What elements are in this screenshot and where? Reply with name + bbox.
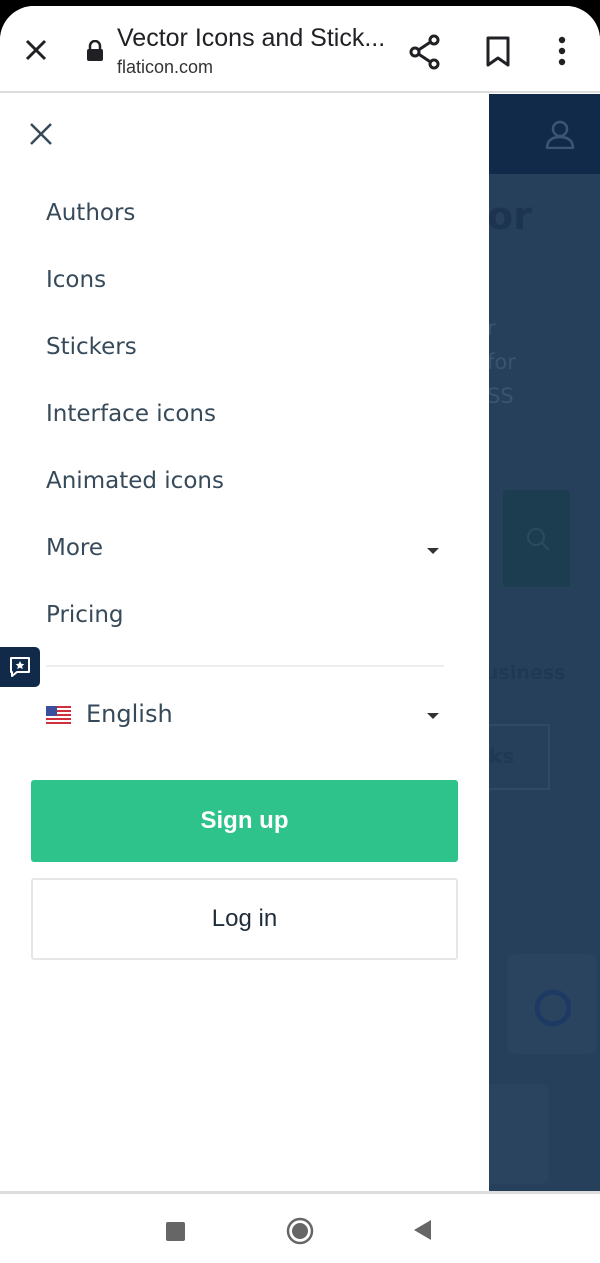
close-menu-icon[interactable] (29, 122, 53, 146)
close-tab-icon[interactable] (22, 36, 50, 64)
menu-item-icons[interactable]: Icons (46, 267, 106, 293)
browser-toolbar: Vector Icons and Stick... flaticon.com (0, 6, 600, 93)
browser-screen: Vector Icons and Stick... flaticon.com o… (0, 6, 600, 1263)
recents-button-icon[interactable] (166, 1222, 185, 1241)
menu-item-more[interactable]: More (46, 535, 103, 561)
dimmed-page-background[interactable]: or r for SS usiness ks (489, 94, 600, 1191)
background-text: SS (489, 384, 514, 408)
share-icon[interactable] (408, 34, 442, 70)
background-text: usiness (489, 662, 566, 684)
more-options-icon[interactable] (556, 36, 568, 66)
language-dropdown-caret-icon[interactable] (427, 713, 439, 719)
background-header (489, 94, 600, 174)
search-icon (527, 528, 550, 551)
menu-item-authors[interactable]: Authors (46, 200, 135, 226)
feedback-button[interactable] (0, 647, 40, 687)
back-button-icon[interactable] (413, 1219, 433, 1241)
background-text: ks (489, 744, 515, 768)
menu-item-animated-icons[interactable]: Animated icons (46, 468, 224, 494)
menu-item-interface-icons[interactable]: Interface icons (46, 401, 216, 427)
page-title[interactable]: Vector Icons and Stick... (117, 24, 385, 53)
menu-item-stickers[interactable]: Stickers (46, 334, 137, 360)
navigation-drawer: Authors Icons Stickers Interface icons A… (0, 94, 489, 1191)
android-nav-bar (0, 1191, 600, 1263)
background-search-button (503, 490, 570, 587)
menu-item-pricing[interactable]: Pricing (46, 602, 124, 628)
more-dropdown-caret-icon[interactable] (427, 548, 439, 554)
page-url[interactable]: flaticon.com (117, 57, 213, 78)
background-heading: or (489, 194, 532, 238)
home-button-icon[interactable] (286, 1217, 314, 1245)
background-button: ks (489, 724, 550, 790)
background-card (507, 954, 597, 1054)
bookmark-icon[interactable] (485, 36, 511, 68)
us-flag-icon (46, 706, 71, 724)
user-icon (545, 120, 575, 149)
lock-icon (87, 40, 103, 61)
log-in-button[interactable]: Log in (31, 878, 458, 960)
background-text: for (489, 350, 516, 374)
feedback-star-icon (10, 657, 30, 677)
illustration-icon (535, 989, 571, 1027)
sign-up-button[interactable]: Sign up (31, 780, 458, 862)
language-selector[interactable]: English (86, 700, 173, 728)
background-card (489, 1084, 549, 1184)
menu-divider (46, 665, 444, 667)
background-text: r (489, 316, 496, 340)
